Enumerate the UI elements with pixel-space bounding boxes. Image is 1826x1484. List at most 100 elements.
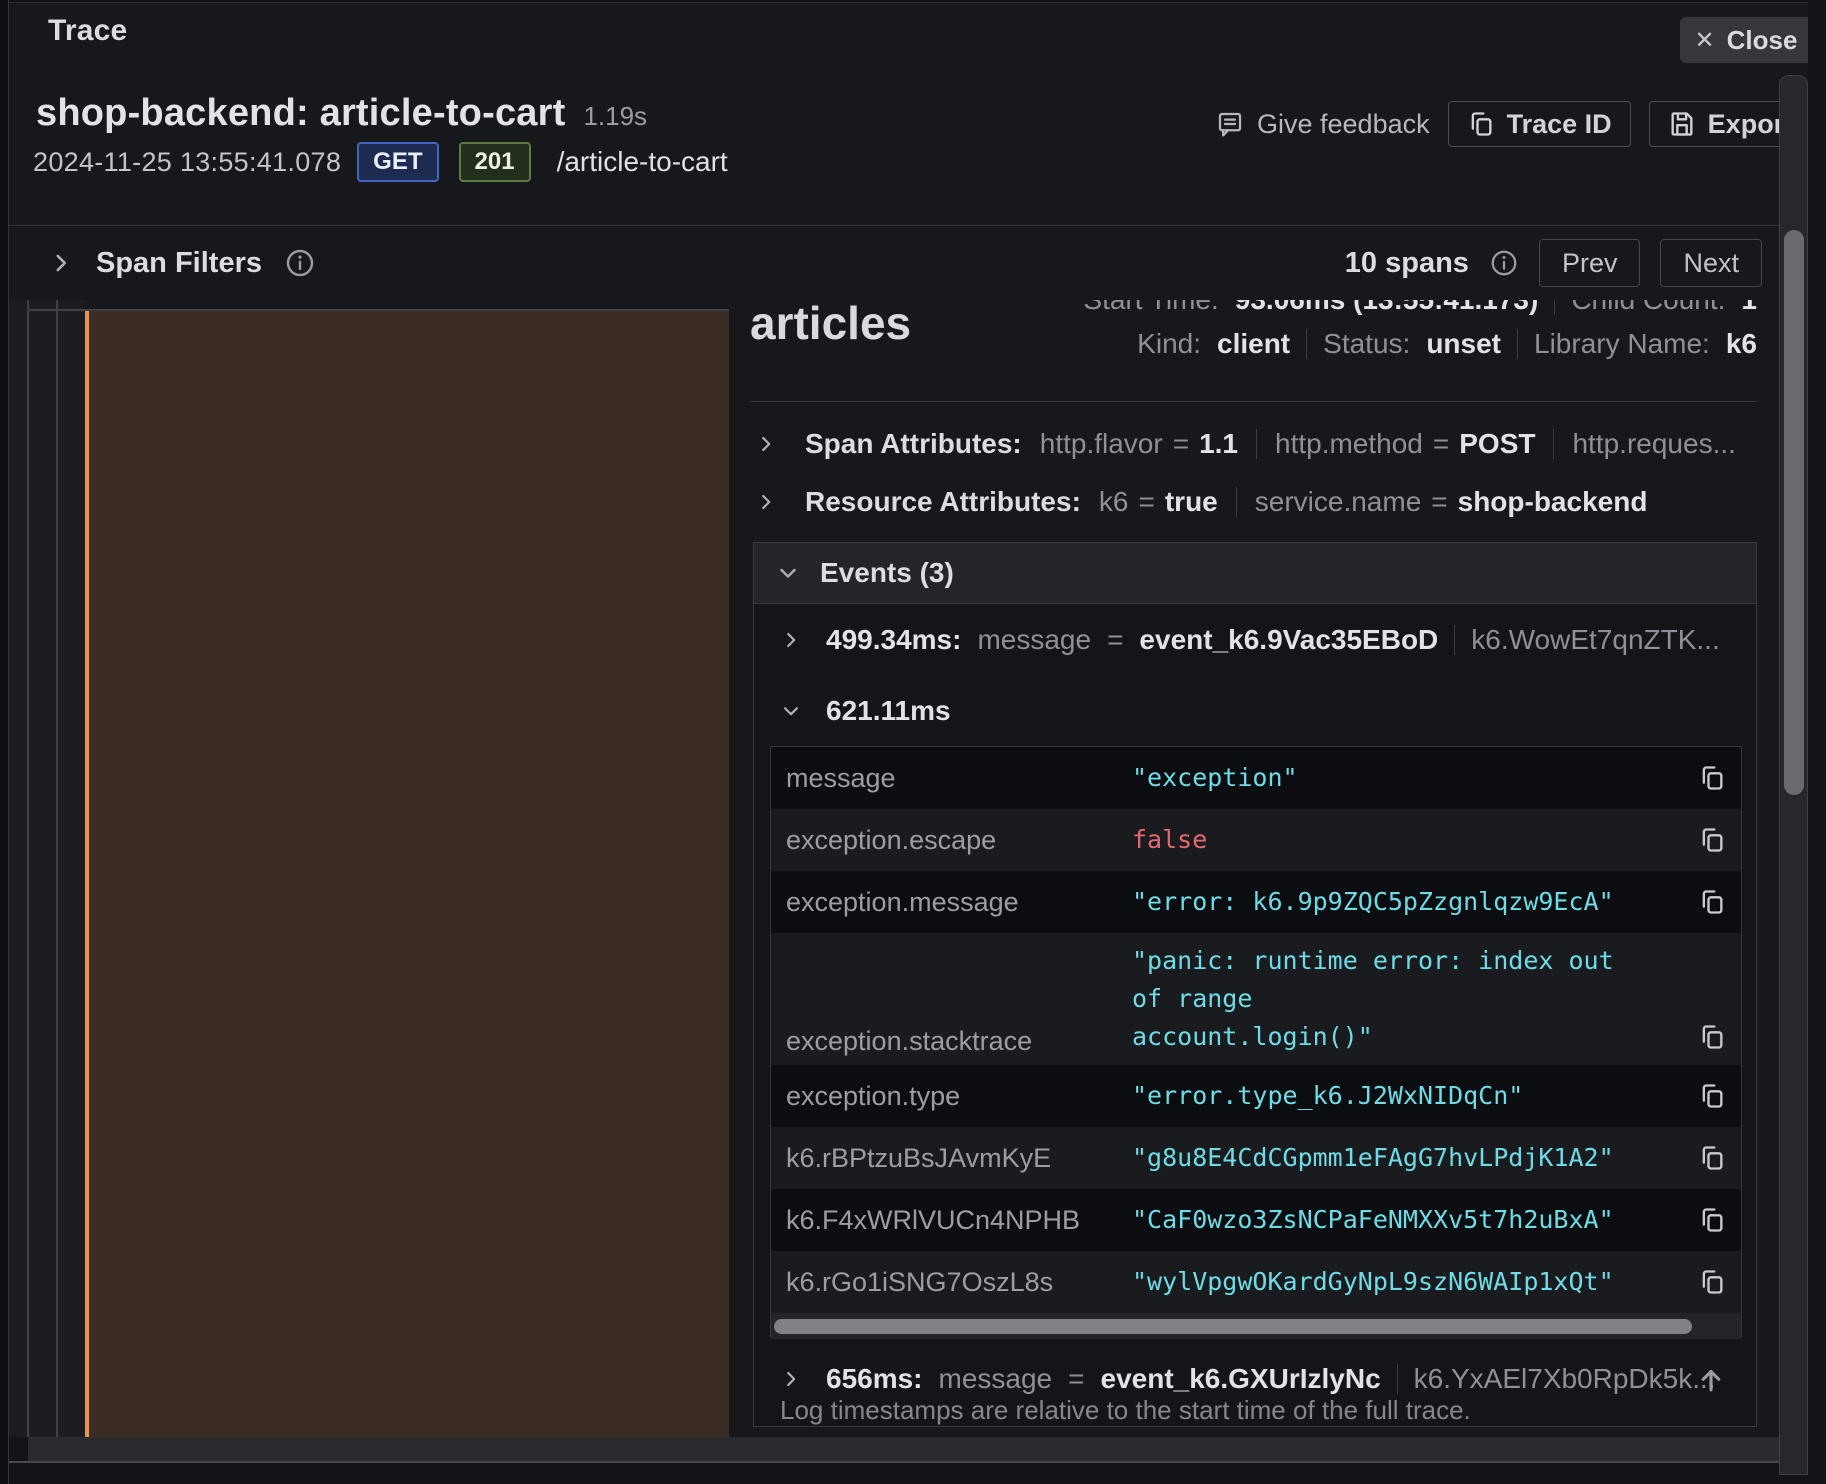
row-key: message [786,763,1132,794]
trace-duration: 1.19s [583,101,647,132]
modal-left-edge [0,0,9,1484]
event-separator [1397,1364,1398,1394]
copy-value-button[interactable] [1683,1206,1741,1234]
equals-sign: = [1107,624,1123,656]
event-separator [1454,625,1455,655]
modal-top-edge [9,0,1826,3]
row-key: k6.rGo1iSNG7OszL8s [786,1267,1132,1298]
kind-label: Kind: [1137,328,1201,360]
row-value: false [1132,821,1683,859]
row-key: exception.type [786,1081,1132,1112]
scroll-to-top-icon[interactable] [1694,1363,1728,1402]
vertical-scrollbar-thumb[interactable] [1784,230,1804,795]
chevron-down-icon [780,700,802,722]
attr-separator [1256,429,1257,459]
events-header[interactable]: Events (3) [754,543,1756,604]
event-attributes-table: message "exception" exception.escape fal… [770,746,1742,1338]
copy-value-button[interactable] [1683,826,1741,854]
span-meta-top-line: Start Time: 93.06ms (13:55:41.173) Child… [1083,300,1757,316]
event-extra: k6.YxAEl7Xb0RpDk5k... [1414,1363,1716,1395]
meta-separator [1517,329,1518,359]
trace-id-button[interactable]: Trace ID [1448,101,1631,147]
chevron-right-icon [755,491,777,513]
trace-title-row: shop-backend: article-to-cart 1.19s [36,92,647,135]
request-path: /article-to-cart [557,146,728,178]
prev-span-button[interactable]: Prev [1539,239,1641,287]
attr-value: POST [1459,428,1535,460]
table-row: k6.rBPtzuBsJAvmKyE "g8u8E4CdCGpmm1eFAgG7… [771,1127,1741,1189]
row-value: "error: k6.9p9ZQC5pZzgnlqzw9EcA" [1132,883,1683,921]
next-span-button[interactable]: Next [1660,239,1762,287]
chevron-right-icon [780,1368,802,1390]
chevron-right-icon [755,433,777,455]
copy-icon [1467,110,1495,138]
resource-attributes-row[interactable]: Resource Attributes: k6 = true service.n… [755,486,1647,518]
span-filters-toggle[interactable]: Span Filters [48,226,316,300]
span-detail-panel: Start Time: 93.06ms (13:55:41.173) Child… [729,300,1781,1437]
table-row: exception.message "error: k6.9p9ZQC5pZzg… [771,871,1741,933]
copy-value-button[interactable] [1683,888,1741,916]
kind-value: client [1217,328,1290,360]
close-button[interactable]: ✕ Close [1680,17,1812,63]
copy-value-button[interactable] [1683,1144,1741,1172]
span-duration-bar[interactable] [89,311,729,1437]
modal-right-edge [1808,0,1826,1484]
span-attributes-row[interactable]: Span Attributes: http.flavor = 1.1 http.… [755,428,1736,460]
copy-value-button[interactable] [1683,1268,1741,1296]
spans-count-info-icon[interactable] [1489,248,1519,278]
equals-sign: = [1138,486,1154,518]
copy-value-button[interactable] [1683,764,1741,792]
give-feedback-label: Give feedback [1257,109,1430,140]
attr-key: service.name [1255,486,1422,518]
scrollbar-thumb[interactable] [774,1319,1692,1334]
chevron-right-icon [780,629,802,651]
window-title: Trace [48,14,127,48]
span-filters-bar: Span Filters 10 spans Prev Next [0,226,1826,300]
footer-bar [28,1437,1781,1461]
resource-attributes-label: Resource Attributes: [805,486,1081,518]
attribute: service.name = shop-backend [1255,486,1648,518]
event-value: event_k6.GXUrIzlyNc [1101,1363,1381,1395]
chevron-right-icon [48,250,74,276]
waterfall-column-3 [58,300,85,1437]
feedback-comment-icon [1215,109,1245,139]
row-value: "panic: runtime error: index out of rang… [1132,942,1683,1056]
attributes-divider [750,401,1757,402]
attr-value: shop-backend [1458,486,1648,518]
span-filters-info-icon[interactable] [284,247,316,279]
copy-value-button[interactable] [1683,1023,1741,1065]
event-time: 499.34ms: [826,624,961,656]
close-icon: ✕ [1695,26,1715,55]
row-key: k6.rBPtzuBsJAvmKyE [786,1143,1132,1174]
library-value: k6 [1726,328,1757,360]
header-actions: Give feedback Trace ID Export [1215,101,1812,147]
table-row: exception.type "error.type_k6.J2WxNIDqCn… [771,1065,1741,1127]
attribute: http.method = POST [1275,428,1535,460]
trace-meta-row: 2024-11-25 13:55:41.078 GET 201 /article… [33,142,728,182]
row-key: exception.message [786,887,1132,918]
table-row: k6.F4xWRlVUCn4NPHB "CaF0wzo3ZsNCPaFeNMXX… [771,1189,1741,1251]
row-value: "exception" [1132,759,1683,797]
equals-sign: = [1173,428,1189,460]
row-key: exception.stacktrace [786,1026,1132,1065]
event-value: event_k6.9Vac35EBoD [1139,624,1438,656]
meta-separator [1306,329,1307,359]
table-horizontal-scrollbar[interactable] [771,1313,1741,1339]
child-count-value: 1 [1741,300,1757,316]
give-feedback-button[interactable]: Give feedback [1215,109,1430,140]
event-time: 621.11ms [826,695,951,727]
table-row: exception.stacktrace "panic: runtime err… [771,933,1741,1065]
waterfall-column-2 [29,300,56,1437]
span-name: articles [750,300,911,350]
attr-key: http.flavor [1040,428,1163,460]
event-row-2[interactable]: 621.11ms [754,676,1756,746]
equals-sign: = [1068,1363,1084,1395]
log-timestamps-note: Log timestamps are relative to the start… [780,1395,1471,1426]
copy-value-button[interactable] [1683,1082,1741,1110]
row-value: "g8u8E4CdCGpmm1eFAgG7hvLPdjK1A2" [1132,1139,1683,1177]
attr-separator [1553,429,1554,459]
event-row-1[interactable]: 499.34ms: message = event_k6.9Vac35EBoD … [754,604,1756,676]
attr-key: k6 [1099,486,1129,518]
row-value: "CaF0wzo3ZsNCPaFeNMXXv5t7h2uBxA" [1132,1201,1683,1239]
table-row: exception.escape false [771,809,1741,871]
